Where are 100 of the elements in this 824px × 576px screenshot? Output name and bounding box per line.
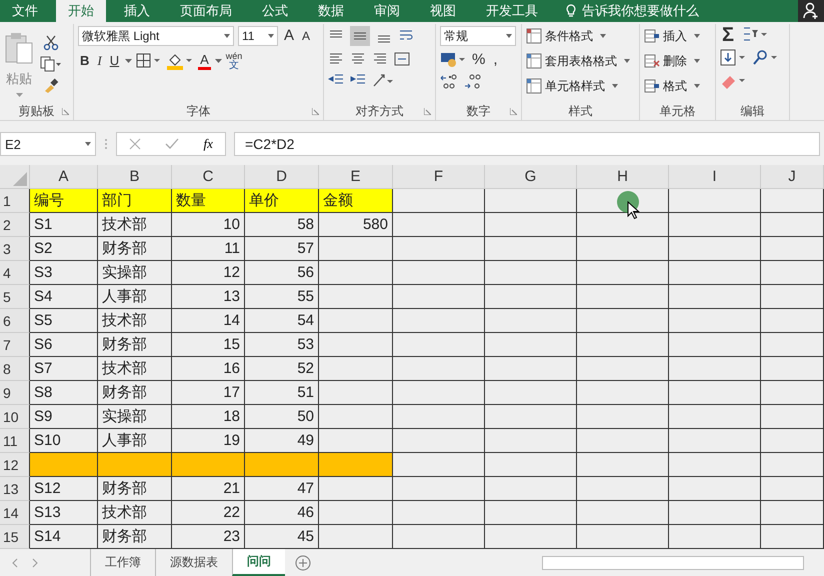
table-cell: 技术部 [98, 501, 172, 525]
increase-decimal-icon[interactable] [440, 74, 458, 90]
font-color-button[interactable]: A [198, 52, 211, 70]
row-header[interactable]: 2 [0, 213, 30, 237]
merge-cells-icon[interactable] [394, 51, 410, 67]
borders-icon[interactable] [136, 53, 162, 69]
underline-button[interactable]: U [108, 52, 122, 70]
cells-menu-button[interactable]: 插入 [644, 26, 711, 46]
sheet-tab[interactable]: 问问 [232, 549, 285, 576]
align-middle-icon[interactable] [350, 26, 370, 46]
column-header[interactable]: B [98, 165, 172, 189]
caret-icon[interactable] [214, 58, 222, 64]
row-header[interactable]: 12 [0, 453, 30, 477]
table-cell: S8 [30, 381, 98, 405]
ribbon-tab[interactable]: 开始 [56, 0, 106, 22]
ribbon-tab[interactable]: 公式 [250, 0, 300, 22]
text-orientation-icon[interactable] [372, 72, 394, 88]
cells-icon [644, 28, 660, 44]
formula-input[interactable]: =C2*D2 [234, 132, 820, 156]
dialog-launcher-icon[interactable] [510, 108, 517, 114]
name-box[interactable]: E2 [0, 132, 96, 156]
ribbon-tab[interactable]: 视图 [418, 0, 468, 22]
group-label: 字体 [186, 102, 210, 120]
row-header[interactable]: 3 [0, 237, 30, 261]
shrink-font-button[interactable]: A [300, 27, 312, 45]
table-cell: 53 [245, 333, 319, 357]
row-header[interactable]: 14 [0, 501, 30, 525]
table-cell: 12 [172, 261, 245, 285]
column-header[interactable]: D [245, 165, 319, 189]
italic-button[interactable]: I [95, 52, 104, 70]
ribbon-tab[interactable]: 页面布局 [168, 0, 244, 22]
group-label: 编辑 [740, 102, 764, 120]
column-header[interactable]: F [393, 165, 485, 189]
number-format-dropdown[interactable]: 常规 [440, 26, 516, 46]
column-header[interactable]: J [761, 165, 824, 189]
table-cell: 人事部 [98, 429, 172, 453]
styles-menu-button[interactable]: 单元格样式 [526, 76, 635, 96]
column-header[interactable]: H [577, 165, 669, 189]
account-area[interactable] [798, 0, 824, 22]
row-header[interactable]: 4 [0, 261, 30, 285]
row-header[interactable]: 13 [0, 477, 30, 501]
add-sheet-icon[interactable] [295, 554, 311, 570]
ribbon-tab[interactable]: 审阅 [362, 0, 412, 22]
table-cell [761, 357, 824, 381]
table-cell: S6 [30, 333, 98, 357]
column-header[interactable]: A [30, 165, 98, 189]
horizontal-scrollbar[interactable] [542, 556, 804, 570]
group-label: 单元格 [660, 102, 696, 120]
comma-style-button[interactable]: , [491, 51, 500, 69]
dialog-launcher-icon[interactable] [62, 108, 69, 114]
tell-me-search[interactable]: 告诉我你想要做什么 [582, 2, 699, 20]
bold-button[interactable]: B [78, 52, 92, 70]
ribbon-tab[interactable]: 开发工具 [474, 0, 550, 22]
column-header[interactable]: I [669, 165, 761, 189]
row-header[interactable]: 1 [0, 189, 30, 213]
currency-icon[interactable] [440, 51, 466, 69]
autosum-button[interactable]: Σ [720, 26, 736, 44]
ribbon-tab[interactable]: 数据 [306, 0, 356, 22]
search-icon[interactable] [752, 49, 778, 67]
row-header[interactable]: 10 [0, 405, 30, 429]
row-header[interactable]: 9 [0, 381, 30, 405]
row-header[interactable]: 8 [0, 357, 30, 381]
paintbrush-icon[interactable] [43, 77, 59, 93]
column-header[interactable]: C [172, 165, 245, 189]
decrease-decimal-icon[interactable] [464, 74, 482, 90]
cells-menu-button[interactable]: 删除 [644, 51, 711, 71]
caret-icon[interactable] [125, 58, 132, 64]
column-header[interactable]: G [485, 165, 577, 189]
insert-function-button[interactable]: fx [204, 136, 213, 152]
table-cell: 50 [245, 405, 319, 429]
row-header[interactable]: 6 [0, 309, 30, 333]
font-name-dropdown[interactable]: 微软雅黑 Light [78, 26, 234, 46]
cells-menu-button[interactable]: 格式 [644, 76, 711, 96]
table-cell: 财务部 [98, 333, 172, 357]
fill-down-icon[interactable] [720, 49, 746, 67]
table-cell: S12 [30, 477, 98, 501]
dialog-launcher-icon[interactable] [424, 108, 431, 114]
table-cell: S9 [30, 405, 98, 429]
checkmark-icon[interactable] [165, 138, 180, 150]
phonetic-button[interactable]: wén 文 [226, 51, 242, 71]
grow-font-button[interactable]: A [282, 27, 296, 45]
copy-icon[interactable] [40, 56, 62, 72]
fill-color-icon[interactable] [166, 52, 194, 70]
table-cell: 56 [245, 261, 319, 285]
row-header[interactable]: 15 [0, 525, 30, 549]
column-header[interactable]: E [319, 165, 393, 189]
table-cell: 财务部 [98, 381, 172, 405]
row-header[interactable]: 5 [0, 285, 30, 309]
dialog-launcher-icon[interactable] [312, 108, 319, 114]
styles-menu-button[interactable]: 条件格式 [526, 26, 635, 46]
ribbon-tab[interactable]: 文件 [0, 0, 50, 22]
font-size-dropdown[interactable]: 11 [238, 26, 278, 46]
ribbon-tab[interactable]: 插入 [112, 0, 162, 22]
row-header[interactable]: 11 [0, 429, 30, 453]
table-cell: 技术部 [98, 309, 172, 333]
row-header[interactable]: 7 [0, 333, 30, 357]
styles-menu-button[interactable]: 套用表格格式 [526, 51, 635, 71]
table-cell: 编号 [30, 189, 98, 213]
scissors-icon[interactable] [43, 35, 59, 51]
percent-button[interactable]: % [470, 51, 488, 69]
